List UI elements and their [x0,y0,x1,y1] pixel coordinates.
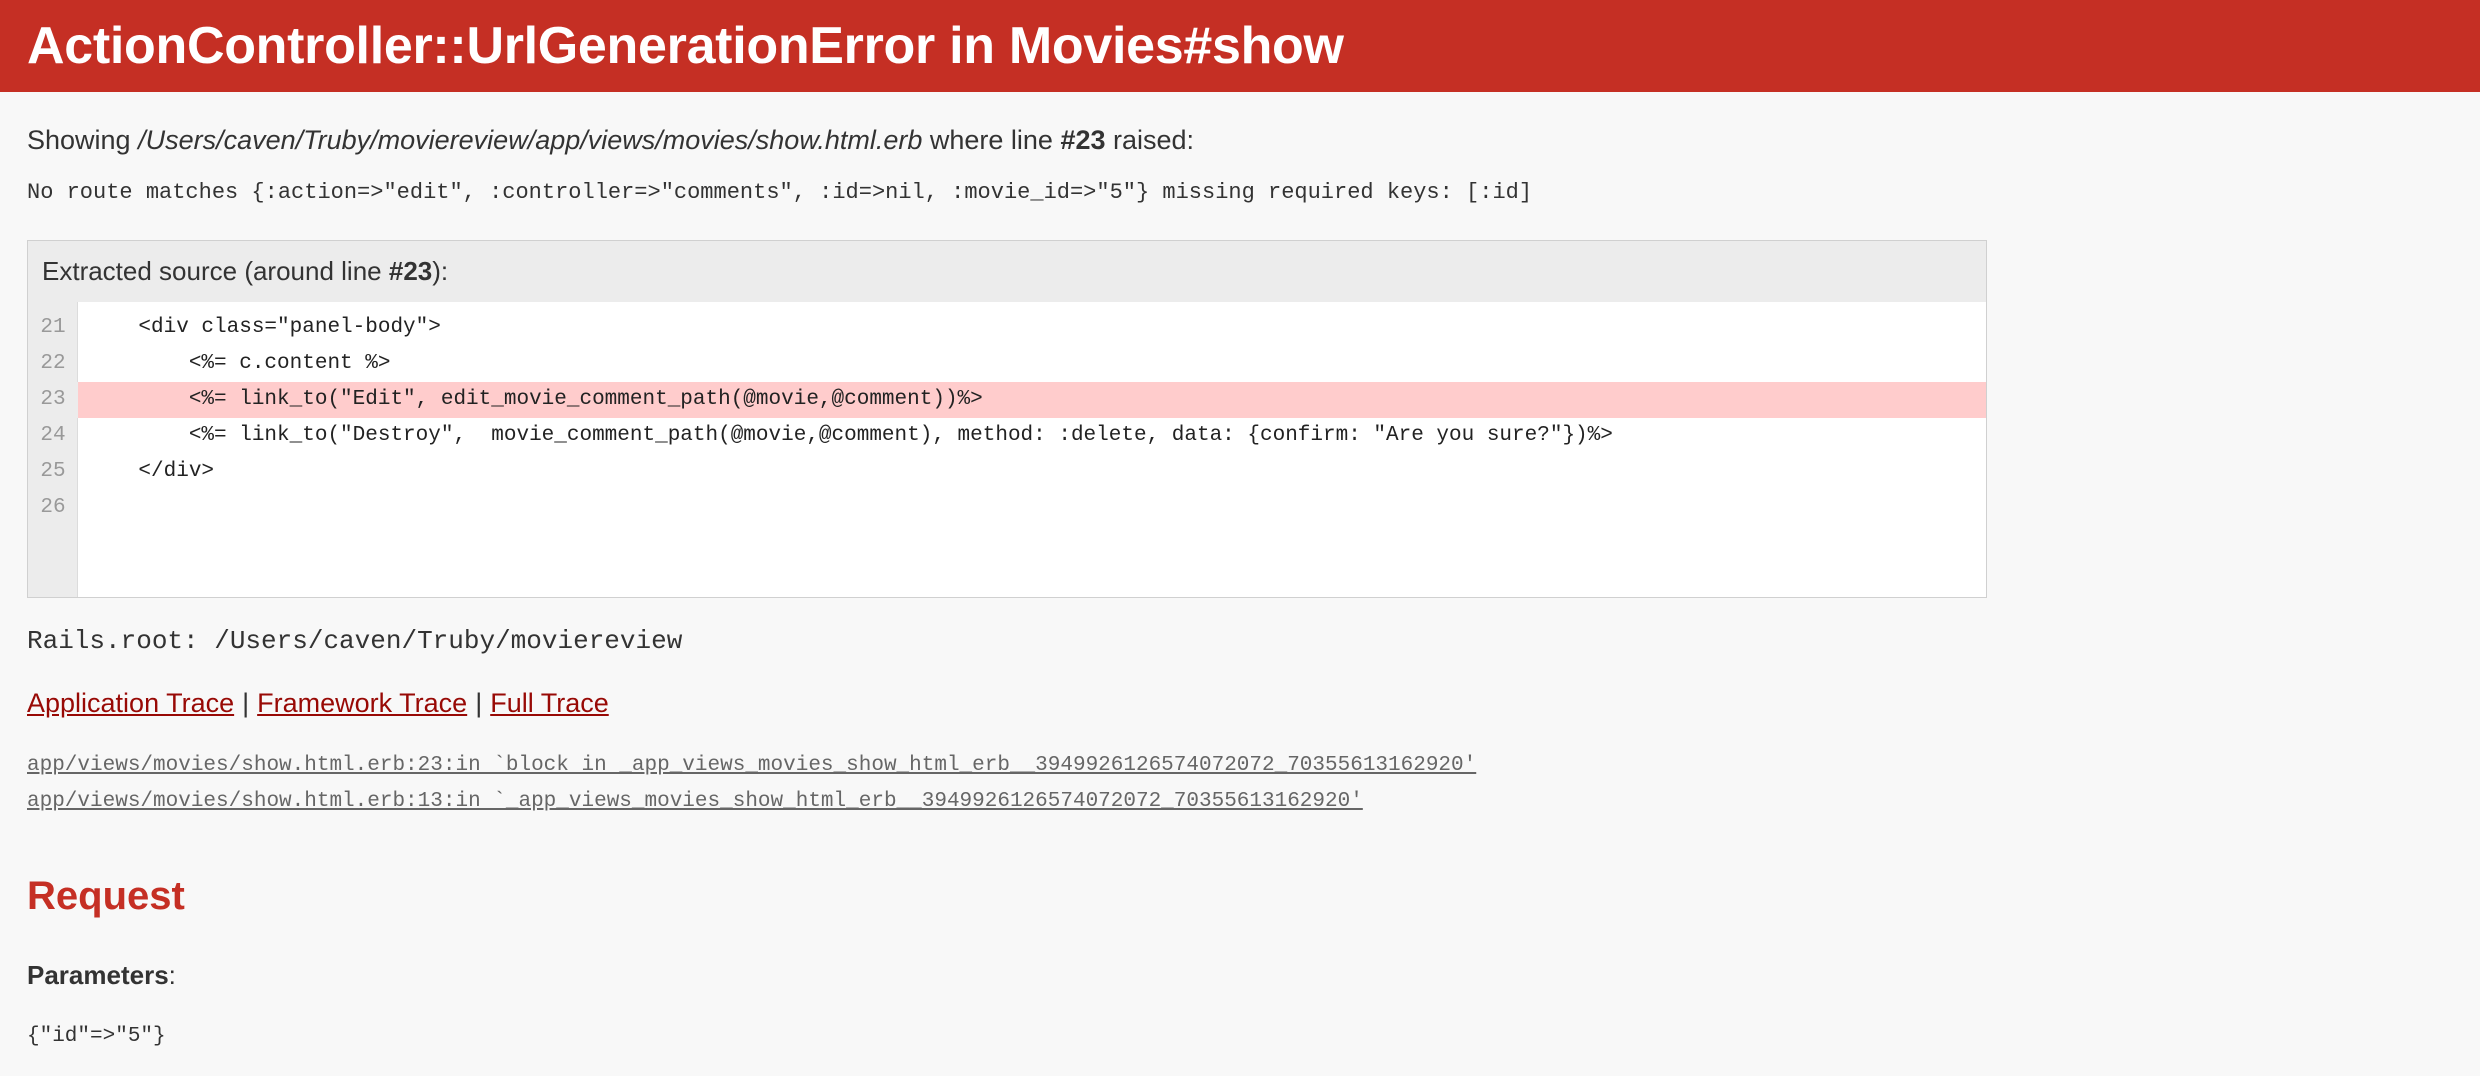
full-trace-link[interactable]: Full Trace [490,688,609,718]
code-line: 21 <div class="panel-body"> [28,310,1986,346]
extracted-source-header: Extracted source (around line #23): [28,241,1986,302]
extracted-source-panel: Extracted source (around line #23): 21 <… [27,240,1987,598]
parameters-value: {"id"=>"5"} [27,1025,166,1048]
parameters-label: Parameters: [27,960,176,991]
trace-line[interactable]: app/views/movies/show.html.erb:23:in `bl… [27,748,1476,784]
source-header-line: #23 [388,256,433,286]
trace-separator: | [475,688,483,718]
line-number: 23 [28,382,78,418]
code-text: <%= link_to("Edit", edit_movie_comment_p… [88,388,983,411]
trace-line[interactable]: app/views/movies/show.html.erb:13:in `_a… [27,784,1476,820]
parameters-label-text: Parameters [27,960,169,990]
code-line: 25 </div> [28,454,1986,490]
code-text: <%= c.content %> [88,352,391,375]
main-content: Showing /Users/caven/Truby/moviereview/a… [0,120,2480,210]
code-line: 22 <%= c.content %> [28,346,1986,382]
template-path: /Users/caven/Truby/moviereview/app/views… [138,125,923,155]
showing-middle: where line [922,125,1061,155]
line-number: 22 [40,352,66,375]
framework-trace-link[interactable]: Framework Trace [257,688,467,718]
line-number: 21 [40,316,66,339]
source-header-suffix: ): [432,256,449,286]
code-line-highlighted: 23 <%= link_to("Edit", edit_movie_commen… [28,382,1986,418]
code-line: 26 [28,490,1986,526]
line-number: 26 [40,496,66,519]
line-number: 24 [40,424,66,447]
showing-prefix: Showing [27,125,139,155]
trace-links: Application Trace | Framework Trace | Full T… [27,688,609,719]
request-heading: Request [27,874,185,918]
line-number: 25 [40,460,66,483]
source-header-prefix: Extracted source (around line [42,256,389,286]
parameters-colon: : [168,960,176,990]
error-line-number: #23 [1060,125,1106,155]
application-trace-link[interactable]: Application Trace [27,688,234,718]
error-header: ActionController::UrlGenerationError in … [0,0,2480,92]
source-code-area: 21 <div class="panel-body"> 22 <%= c.con… [28,302,1986,597]
code-line: 24 <%= link_to("Destroy", movie_comment_… [28,418,1986,454]
code-text: </div> [88,460,215,483]
error-title: ActionController::UrlGenerationError in … [27,17,1344,75]
showing-suffix: raised: [1105,125,1195,155]
application-trace-list: app/views/movies/show.html.erb:23:in `bl… [27,748,1476,820]
code-text: <div class="panel-body"> [88,316,441,339]
rails-root: Rails.root: /Users/caven/Truby/movierevi… [27,626,683,656]
showing-line: Showing /Users/caven/Truby/moviereview/a… [27,120,2453,160]
code-text: <%= link_to("Destroy", movie_comment_pat… [88,424,1613,447]
error-message: No route matches {:action=>"edit", :cont… [27,180,1533,205]
trace-separator: | [242,688,250,718]
